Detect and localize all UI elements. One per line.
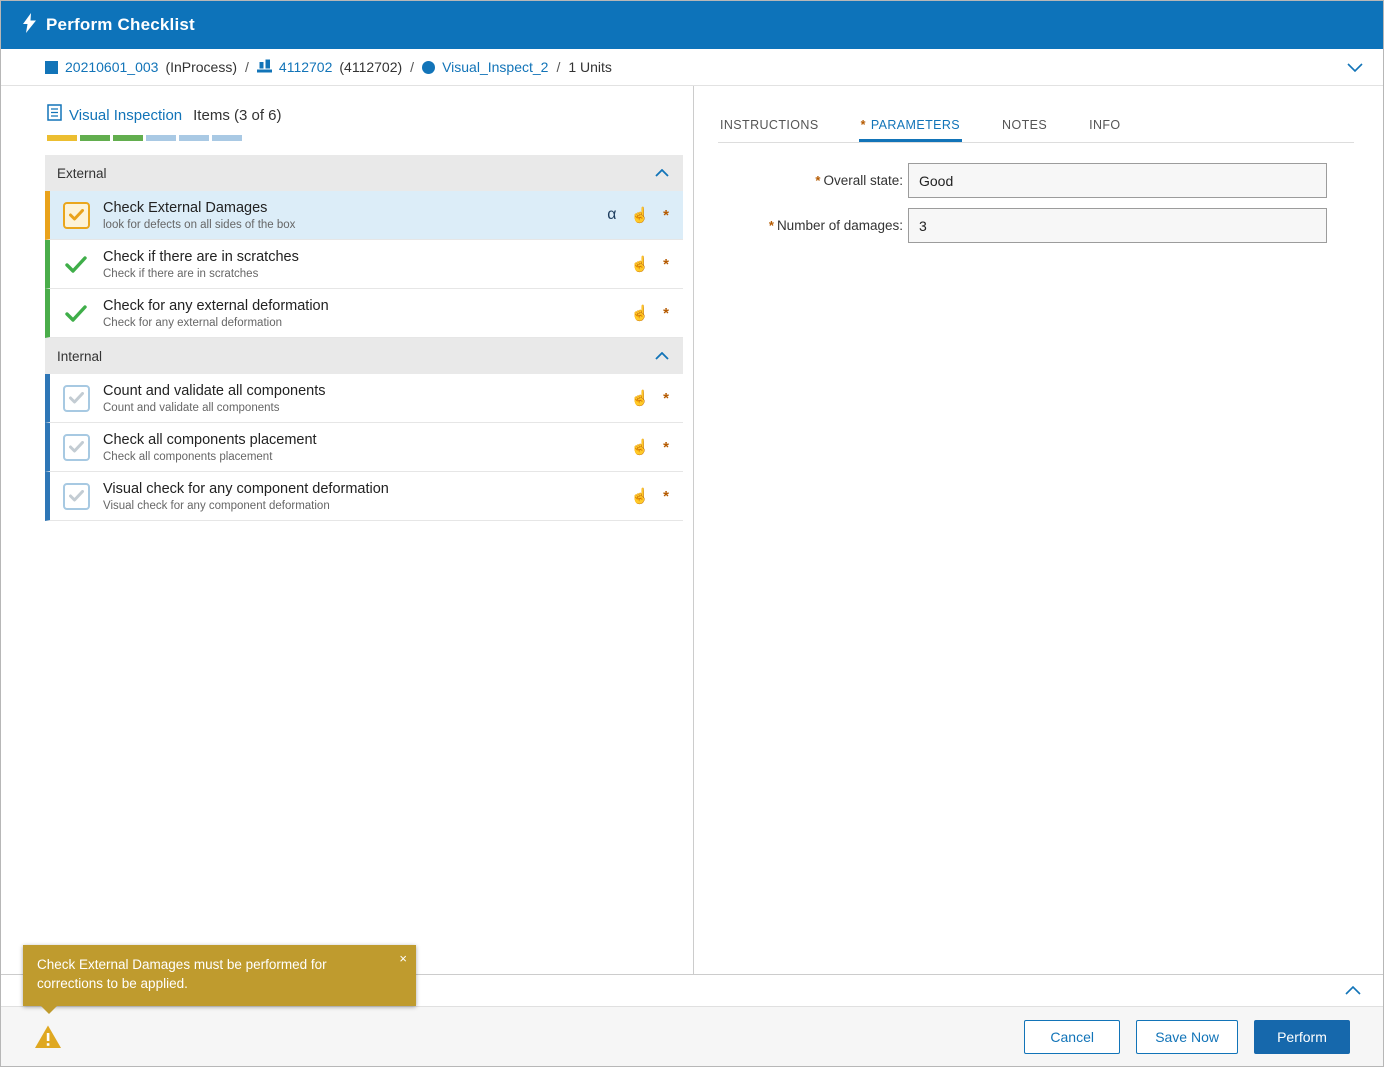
hand-pointer-icon[interactable]: ☝ bbox=[630, 306, 649, 321]
progress-segment bbox=[80, 135, 110, 141]
chevron-up-icon[interactable] bbox=[655, 169, 669, 177]
checkbox-pending-icon[interactable] bbox=[61, 483, 91, 510]
toast-message: Check External Damages must be performed… bbox=[37, 957, 327, 991]
progress-segment bbox=[212, 135, 242, 141]
breadcrumb: 20210601_003 (InProcess) / 4112702 (4112… bbox=[1, 49, 1383, 86]
progress-bar bbox=[47, 135, 683, 141]
overall-state-label: *Overall state: bbox=[718, 173, 903, 188]
alpha-datatype-icon: α bbox=[607, 207, 616, 223]
section-label: Internal bbox=[57, 349, 102, 364]
check-completed-icon bbox=[61, 305, 91, 322]
progress-segment bbox=[179, 135, 209, 141]
lightning-bolt-icon bbox=[23, 13, 36, 38]
item-subtitle: Visual check for any component deformati… bbox=[103, 500, 389, 512]
required-asterisk-icon: * bbox=[861, 118, 866, 132]
details-panel: INSTRUCTIONS * PARAMETERS NOTES INFO *Ov… bbox=[694, 86, 1383, 974]
parameters-form: *Overall state: *Number of damages: bbox=[718, 163, 1354, 243]
section-header-external[interactable]: External bbox=[45, 155, 683, 191]
hand-pointer-icon[interactable]: ☝ bbox=[630, 391, 649, 406]
required-asterisk-icon: * bbox=[663, 306, 669, 321]
details-tabs: INSTRUCTIONS * PARAMETERS NOTES INFO bbox=[718, 86, 1354, 143]
checklist-item-components-placement[interactable]: Check all components placement Check all… bbox=[45, 423, 683, 472]
required-asterisk-icon: * bbox=[663, 440, 669, 455]
footer-bar: Cancel Save Now Perform bbox=[1, 1006, 1383, 1066]
progress-segment bbox=[47, 135, 77, 141]
lot-state: (InProcess) bbox=[165, 59, 237, 75]
item-title: Check for any external deformation bbox=[103, 298, 329, 314]
checklist-item-check-scratches[interactable]: Check if there are in scratches Check if… bbox=[45, 240, 683, 289]
number-of-damages-label: *Number of damages: bbox=[718, 218, 903, 233]
item-subtitle: Check all components placement bbox=[103, 451, 317, 463]
breadcrumb-separator: / bbox=[410, 59, 414, 75]
required-asterisk-icon: * bbox=[769, 218, 774, 233]
item-subtitle: Count and validate all components bbox=[103, 402, 325, 414]
checklist-items-count: Items (3 of 6) bbox=[193, 107, 281, 124]
resource-icon bbox=[257, 59, 272, 76]
item-subtitle: Check if there are in scratches bbox=[103, 268, 299, 280]
checklist-item-component-deformation[interactable]: Visual check for any component deformati… bbox=[45, 472, 683, 521]
required-asterisk-icon: * bbox=[815, 173, 820, 188]
checkbox-pending-icon[interactable] bbox=[61, 434, 91, 461]
checklist-item-external-deformation[interactable]: Check for any external deformation Check… bbox=[45, 289, 683, 338]
close-icon[interactable]: × bbox=[399, 950, 407, 968]
required-asterisk-icon: * bbox=[663, 257, 669, 272]
checklist-panel: Visual Inspection Items (3 of 6) Externa… bbox=[1, 86, 694, 974]
progress-segment bbox=[146, 135, 176, 141]
item-title: Visual check for any component deformati… bbox=[103, 481, 389, 497]
chevron-up-icon[interactable] bbox=[655, 352, 669, 360]
form-row-overall-state: *Overall state: bbox=[718, 163, 1354, 198]
check-completed-icon bbox=[61, 256, 91, 273]
page-title: Perform Checklist bbox=[46, 15, 195, 35]
hand-pointer-icon[interactable]: ☝ bbox=[630, 257, 649, 272]
chevron-down-icon[interactable] bbox=[1347, 63, 1363, 72]
breadcrumb-lot-link[interactable]: 20210601_003 bbox=[65, 59, 158, 75]
title-bar: Perform Checklist bbox=[1, 1, 1383, 49]
required-asterisk-icon: * bbox=[663, 208, 669, 223]
hand-pointer-icon[interactable]: ☝ bbox=[630, 489, 649, 504]
breadcrumb-resource-link[interactable]: 4112702 bbox=[279, 59, 332, 75]
chevron-up-icon[interactable] bbox=[1345, 982, 1361, 1000]
perform-checklist-window: Perform Checklist 20210601_003 (InProces… bbox=[0, 0, 1384, 1067]
item-title: Check External Damages bbox=[103, 200, 295, 216]
tab-parameters[interactable]: * PARAMETERS bbox=[859, 110, 962, 142]
main-content: Visual Inspection Items (3 of 6) Externa… bbox=[1, 86, 1383, 974]
overall-state-input[interactable] bbox=[908, 163, 1327, 198]
checklist-icon bbox=[47, 104, 62, 126]
tab-instructions[interactable]: INSTRUCTIONS bbox=[718, 110, 821, 142]
hand-pointer-icon[interactable]: ☝ bbox=[630, 208, 649, 223]
lot-icon bbox=[45, 61, 58, 74]
checklist-item-check-external-damages[interactable]: Check External Damages look for defects … bbox=[45, 191, 683, 240]
section-label: External bbox=[57, 166, 107, 181]
breadcrumb-step-link[interactable]: Visual_Inspect_2 bbox=[442, 59, 548, 75]
item-title: Check all components placement bbox=[103, 432, 317, 448]
perform-button[interactable]: Perform bbox=[1254, 1020, 1350, 1054]
item-title: Check if there are in scratches bbox=[103, 249, 299, 265]
progress-segment bbox=[113, 135, 143, 141]
checkbox-in-progress-icon[interactable] bbox=[61, 202, 91, 229]
checklist-title: Visual Inspection bbox=[69, 107, 182, 124]
checklist-header: Visual Inspection Items (3 of 6) bbox=[47, 104, 683, 126]
resource-desc: (4112702) bbox=[339, 59, 402, 75]
checkbox-pending-icon[interactable] bbox=[61, 385, 91, 412]
item-subtitle: look for defects on all sides of the box bbox=[103, 219, 295, 231]
warning-toast: × Check External Damages must be perform… bbox=[23, 945, 416, 1006]
section-header-internal[interactable]: Internal bbox=[45, 338, 683, 374]
number-of-damages-input[interactable] bbox=[908, 208, 1327, 243]
cancel-button[interactable]: Cancel bbox=[1024, 1020, 1120, 1054]
hand-pointer-icon[interactable]: ☝ bbox=[630, 440, 649, 455]
required-asterisk-icon: * bbox=[663, 489, 669, 504]
item-subtitle: Check for any external deformation bbox=[103, 317, 329, 329]
item-title: Count and validate all components bbox=[103, 383, 325, 399]
save-now-button[interactable]: Save Now bbox=[1136, 1020, 1238, 1054]
breadcrumb-separator: / bbox=[245, 59, 249, 75]
tab-info[interactable]: INFO bbox=[1087, 110, 1122, 142]
form-row-number-of-damages: *Number of damages: bbox=[718, 208, 1354, 243]
tab-notes[interactable]: NOTES bbox=[1000, 110, 1049, 142]
step-icon bbox=[422, 61, 435, 74]
units-count: 1 Units bbox=[568, 59, 612, 75]
breadcrumb-separator: / bbox=[556, 59, 560, 75]
warning-icon[interactable] bbox=[34, 1024, 62, 1050]
checklist-item-count-components[interactable]: Count and validate all components Count … bbox=[45, 374, 683, 423]
required-asterisk-icon: * bbox=[663, 391, 669, 406]
